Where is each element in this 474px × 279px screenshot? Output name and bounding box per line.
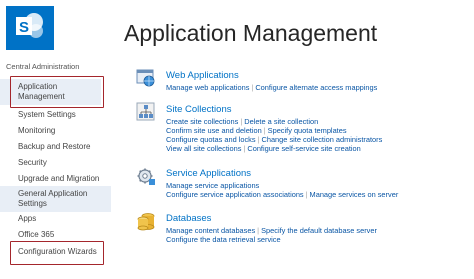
sidebar-item-application-management[interactable]: Application Management (0, 79, 101, 105)
link-specify-quota-templates[interactable]: Specify quota templates (268, 126, 347, 135)
link-separator: | (257, 226, 260, 235)
section-title[interactable]: Site Collections (166, 104, 231, 115)
databases-icon (136, 211, 156, 231)
link-row: Manage content databases | Specify the def… (166, 226, 466, 235)
link-change-site-collection-administrators[interactable]: Change site collection administrators (262, 135, 383, 144)
section-title[interactable]: Databases (166, 213, 211, 224)
link-separator: | (263, 126, 266, 135)
link-create-site-collections[interactable]: Create site collections (166, 117, 238, 126)
link-row: View all site collections | Configure self… (166, 144, 466, 153)
link-separator: | (257, 135, 260, 144)
section-title[interactable]: Web Applications (166, 70, 239, 81)
site-collections-icon (136, 102, 156, 122)
sidebar-item-label: Apps (18, 214, 37, 223)
link-row: Configure service application associatio… (166, 190, 466, 199)
link-configure-quotas-and-locks[interactable]: Configure quotas and locks (166, 135, 256, 144)
link-separator: | (240, 117, 243, 126)
sharepoint-logo[interactable]: S (6, 6, 54, 50)
link-manage-services-on-server[interactable]: Manage services on server (310, 190, 399, 199)
page-title: Application Management (124, 20, 378, 46)
link-configure-data-retrieval-service[interactable]: Configure the data retrieval service (166, 235, 281, 244)
link-row: Configure the data retrieval service (166, 235, 466, 244)
link-separator: | (251, 83, 254, 92)
sidebar-item-system-settings[interactable]: System Settings (0, 110, 111, 120)
section-links: Create site collections | Delete a site co… (166, 117, 466, 153)
sharepoint-logo-icon: S (13, 9, 47, 48)
section-links: Manage web applications | Configure altern… (166, 83, 466, 92)
link-configure-alternate-access-mappings[interactable]: Configure alternate access mappings (255, 83, 377, 92)
sidebar-item-label: Application Management (18, 82, 65, 101)
link-manage-web-applications[interactable]: Manage web applications (166, 83, 249, 92)
sidebar-item-upgrade-and-migration[interactable]: Upgrade and Migration (0, 174, 111, 184)
link-view-all-site-collections[interactable]: View all site collections (166, 144, 241, 153)
sidebar-item-label: General Application Settings (18, 189, 88, 208)
svg-text:S: S (19, 19, 29, 36)
sidebar-item-configuration-wizards[interactable]: Configuration Wizards (0, 247, 111, 257)
sidebar-item-label: System Settings (18, 110, 76, 119)
link-separator: | (243, 144, 246, 153)
link-separator: | (305, 190, 308, 199)
web-applications-icon (136, 68, 156, 88)
sidebar-item-label: Configuration Wizards (18, 247, 97, 256)
service-applications-icon (136, 166, 156, 186)
sidebar-item-label: Upgrade and Migration (18, 174, 100, 183)
sidebar-item-label: Monitoring (18, 126, 56, 135)
sidebar-item-monitoring[interactable]: Monitoring (0, 126, 111, 136)
link-manage-content-databases[interactable]: Manage content databases (166, 226, 255, 235)
sidebar-item-label: Office 365 (18, 230, 55, 239)
link-manage-service-applications[interactable]: Manage service applications (166, 181, 259, 190)
link-confirm-site-use-and-deletion[interactable]: Confirm site use and deletion (166, 126, 262, 135)
section-title[interactable]: Service Applications (166, 168, 251, 179)
link-specify-default-database-server[interactable]: Specify the default database server (261, 226, 377, 235)
link-configure-self-service-site-creation[interactable]: Configure self-service site creation (247, 144, 360, 153)
sidebar-item-office-365[interactable]: Office 365 (0, 230, 111, 240)
link-configure-service-application-associations[interactable]: Configure service application associatio… (166, 190, 304, 199)
section-links: Manage content databases | Specify the def… (166, 226, 466, 244)
link-row: Manage web applications | Configure altern… (166, 83, 466, 92)
link-row: Create site collections | Delete a site co… (166, 117, 466, 126)
link-delete-site-collection[interactable]: Delete a site collection (244, 117, 318, 126)
sidebar-item-apps[interactable]: Apps (0, 214, 111, 224)
sidebar-item-security[interactable]: Security (0, 158, 111, 168)
section-links: Manage service applications Configure se… (166, 181, 466, 199)
link-row: Manage service applications (166, 181, 466, 190)
sidebar-item-label: Backup and Restore (18, 142, 91, 151)
sidebar-item-general-application-settings[interactable]: General Application Settings (0, 186, 111, 212)
sidebar-item-label: Security (18, 158, 47, 167)
link-row: Confirm site use and deletion | Specify qu… (166, 126, 466, 135)
link-row: Configure quotas and locks | Change site c… (166, 135, 466, 144)
sidebar-item-backup-and-restore[interactable]: Backup and Restore (0, 142, 111, 152)
sidebar-heading[interactable]: Central Administration (6, 62, 79, 71)
